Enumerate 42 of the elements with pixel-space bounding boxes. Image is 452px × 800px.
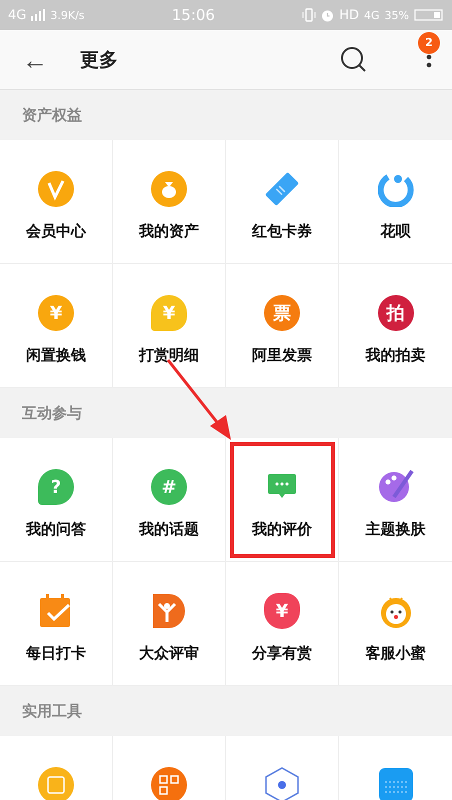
page-title: 更多 bbox=[80, 48, 118, 72]
highlighted-tile[interactable]: 我的评价 bbox=[226, 438, 339, 562]
tile-label[interactable]: 阿里发票 bbox=[252, 346, 312, 365]
money-bag-icon: ¥ bbox=[264, 593, 300, 629]
tile-label[interactable]: 打赏明细 bbox=[139, 346, 199, 365]
section-title: 实用工具 bbox=[22, 702, 82, 720]
tile-label[interactable]: 我的话题 bbox=[139, 520, 199, 539]
back-button[interactable]: ← bbox=[22, 46, 48, 72]
section-title: 资产权益 bbox=[22, 106, 82, 124]
signal-icon bbox=[31, 9, 46, 21]
vibrate-icon bbox=[302, 8, 316, 22]
notification-badge: 2 bbox=[418, 32, 440, 54]
battery-icon bbox=[414, 9, 444, 21]
auction-icon: 拍 bbox=[378, 295, 414, 331]
hand-coin-icon: ¥ bbox=[151, 295, 187, 331]
person-cheering-icon bbox=[153, 594, 185, 628]
tile-label[interactable]: 花呗 bbox=[380, 222, 410, 241]
tile-label[interactable]: 我的问答 bbox=[26, 520, 86, 539]
tile-label[interactable]: 我的拍卖 bbox=[366, 346, 426, 365]
invoice-icon: 票 bbox=[264, 295, 300, 331]
tile-label[interactable]: 我的资产 bbox=[139, 222, 199, 241]
tile-label[interactable]: 主题换肤 bbox=[366, 520, 426, 539]
calendar-check-icon bbox=[39, 594, 73, 628]
tile-label[interactable]: 红包卡券 bbox=[252, 222, 312, 241]
hashtag-icon: # bbox=[151, 469, 187, 505]
chat-icon bbox=[268, 474, 296, 500]
palette-icon bbox=[378, 469, 414, 505]
money-bag-icon bbox=[151, 171, 187, 207]
tile-label[interactable]: 闲置换钱 bbox=[26, 346, 86, 365]
section-title: 互动参与 bbox=[22, 404, 82, 422]
tile-label[interactable]: 分享有赏 bbox=[252, 644, 312, 663]
v-badge-icon bbox=[38, 171, 74, 207]
question-bubble-icon: ? bbox=[38, 469, 74, 505]
alarm-icon bbox=[321, 8, 334, 22]
search-icon[interactable] bbox=[340, 46, 368, 74]
app-tile-icon bbox=[378, 768, 412, 800]
yen-coin-icon: ¥ bbox=[38, 295, 74, 331]
tile-label[interactable]: 每日打卡 bbox=[26, 644, 86, 663]
tile-label[interactable]: 大众评审 bbox=[139, 644, 199, 663]
tile-label[interactable]: 客服小蜜 bbox=[366, 644, 426, 663]
tile-label[interactable]: 我的评价 bbox=[252, 520, 312, 539]
tile-label[interactable]: 会员中心 bbox=[26, 222, 86, 241]
